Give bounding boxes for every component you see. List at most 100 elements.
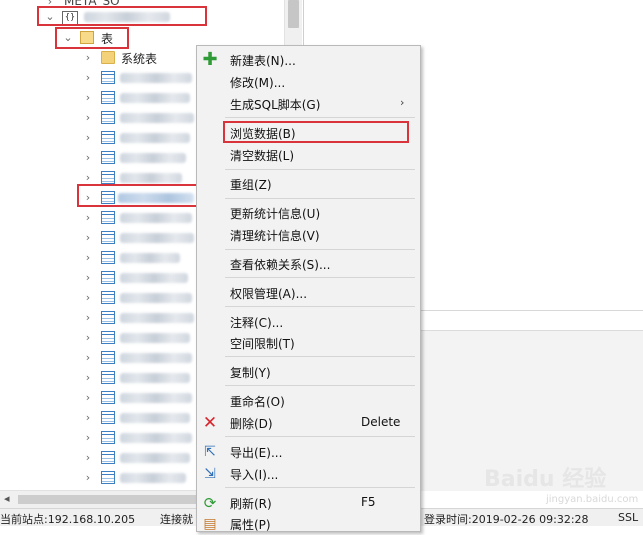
table-name-blurred xyxy=(120,273,188,283)
menu-separator xyxy=(225,249,415,250)
menu-item-space-limit[interactable]: 空间限制(T) xyxy=(197,332,420,354)
table-icon xyxy=(101,351,115,364)
table-name-blurred xyxy=(120,433,192,443)
menu-item-dependencies[interactable]: 查看依赖关系(S)... xyxy=(197,253,420,275)
table-icon xyxy=(101,231,115,244)
table-name-blurred xyxy=(120,93,190,103)
chevron-right-icon[interactable]: › xyxy=(82,391,94,404)
menu-item-refresh[interactable]: ⟳ 刷新(R) F5 xyxy=(197,492,420,514)
table-name-blurred xyxy=(120,113,194,123)
chevron-right-icon[interactable]: › xyxy=(82,311,94,324)
chevron-right-icon[interactable]: › xyxy=(82,151,94,164)
menu-separator xyxy=(225,356,415,357)
table-name-blurred xyxy=(120,253,180,263)
right-pane-divider xyxy=(408,310,643,311)
menu-item-import[interactable]: ⇲ 导入(I)... xyxy=(197,463,420,485)
chevron-right-icon[interactable]: › xyxy=(82,451,94,464)
menu-item-copy[interactable]: 复制(Y) xyxy=(197,361,420,383)
delete-x-icon: ✕ xyxy=(202,413,218,433)
chevron-right-icon[interactable]: › xyxy=(82,431,94,444)
menu-item-clear-stats[interactable]: 清理统计信息(V) xyxy=(197,224,420,246)
table-name-blurred xyxy=(120,413,190,423)
menu-item-delete[interactable]: ✕ 删除(D) Delete xyxy=(197,412,420,434)
table-icon xyxy=(101,331,115,344)
menu-item-modify[interactable]: 修改(M)... xyxy=(197,71,420,93)
menu-item-generate-sql[interactable]: 生成SQL脚本(G) › xyxy=(197,93,420,115)
table-name-blurred xyxy=(120,373,190,383)
table-name-blurred xyxy=(120,453,190,463)
table-name-blurred xyxy=(120,153,186,163)
shortcut-delete: Delete xyxy=(361,415,401,429)
menu-separator xyxy=(225,306,415,307)
context-menu: ✚ 新建表(N)... 修改(M)... 生成SQL脚本(G) › 浏览数据(B… xyxy=(196,45,421,532)
table-name-blurred xyxy=(120,293,192,303)
import-icon: ⇲ xyxy=(204,466,216,482)
table-icon xyxy=(101,171,115,184)
menu-item-export[interactable]: ⇱ 导出(E)... xyxy=(197,441,420,463)
export-icon: ⇱ xyxy=(204,444,216,460)
menu-separator xyxy=(225,198,415,199)
chevron-right-icon[interactable]: › xyxy=(82,331,94,344)
watermark-logo: Baidu 经验 xyxy=(484,467,607,492)
chevron-right-icon[interactable]: › xyxy=(82,111,94,124)
menu-item-new-table[interactable]: ✚ 新建表(N)... xyxy=(197,49,420,71)
chevron-right-icon[interactable]: › xyxy=(82,351,94,364)
chevron-right-icon[interactable]: › xyxy=(82,171,94,184)
table-name-blurred xyxy=(120,333,190,343)
table-icon xyxy=(101,391,115,404)
table-name-blurred xyxy=(120,473,186,483)
table-name-blurred xyxy=(120,233,194,243)
status-ssl: SSL xyxy=(618,511,639,524)
table-name-blurred xyxy=(120,313,194,323)
chevron-right-icon[interactable]: › xyxy=(82,131,94,144)
table-icon xyxy=(101,411,115,424)
menu-item-permissions[interactable]: 权限管理(A)... xyxy=(197,282,420,304)
table-icon xyxy=(101,371,115,384)
menu-item-clear-data[interactable]: 清空数据(L) xyxy=(197,144,420,166)
chevron-right-icon[interactable]: › xyxy=(82,251,94,264)
scrollbar-thumb[interactable] xyxy=(288,0,299,28)
table-icon xyxy=(101,311,115,324)
table-icon xyxy=(101,251,115,264)
chevron-right-icon[interactable]: › xyxy=(82,411,94,424)
menu-separator xyxy=(225,277,415,278)
properties-icon: ▤ xyxy=(203,516,217,532)
chevron-right-icon[interactable]: › xyxy=(82,471,94,484)
highlight-box-tables xyxy=(55,27,129,49)
chevron-right-icon[interactable]: › xyxy=(82,51,94,64)
menu-separator xyxy=(225,487,415,488)
table-name-blurred xyxy=(120,213,192,223)
highlight-box-schema xyxy=(37,6,207,26)
menu-item-rename[interactable]: 重命名(O) xyxy=(197,390,420,412)
menu-item-update-stats[interactable]: 更新统计信息(U) xyxy=(197,202,420,224)
chevron-right-icon[interactable]: › xyxy=(82,271,94,284)
chevron-right-icon[interactable]: › xyxy=(82,291,94,304)
table-icon xyxy=(101,431,115,444)
chevron-right-icon[interactable]: › xyxy=(82,211,94,224)
menu-separator xyxy=(225,169,415,170)
watermark-url: jingyan.baidu.com xyxy=(546,494,639,505)
chevron-right-icon[interactable]: › xyxy=(82,231,94,244)
table-icon xyxy=(101,271,115,284)
chevron-right-icon[interactable]: › xyxy=(82,91,94,104)
table-icon xyxy=(101,451,115,464)
chevron-right-icon[interactable]: › xyxy=(82,71,94,84)
table-name-blurred xyxy=(120,73,192,83)
table-name-blurred xyxy=(120,133,190,143)
menu-item-comment[interactable]: 注释(C)... xyxy=(197,311,420,333)
system-tables-label: 系统表 xyxy=(121,52,158,66)
table-icon xyxy=(101,91,115,104)
scroll-left-icon[interactable]: ◂ xyxy=(4,492,10,505)
menu-item-properties[interactable]: ▤ 属性(P) xyxy=(197,513,420,535)
table-icon xyxy=(101,291,115,304)
shortcut-f5: F5 xyxy=(361,495,376,509)
menu-item-reorganize[interactable]: 重组(Z) xyxy=(197,173,420,195)
table-icon xyxy=(101,131,115,144)
table-icon xyxy=(101,151,115,164)
table-icon xyxy=(101,71,115,84)
menu-separator xyxy=(225,117,415,118)
chevron-right-icon[interactable]: › xyxy=(82,371,94,384)
highlight-box-browse xyxy=(223,121,409,143)
scrollbar-thumb[interactable] xyxy=(18,495,208,504)
refresh-icon: ⟳ xyxy=(203,494,217,512)
